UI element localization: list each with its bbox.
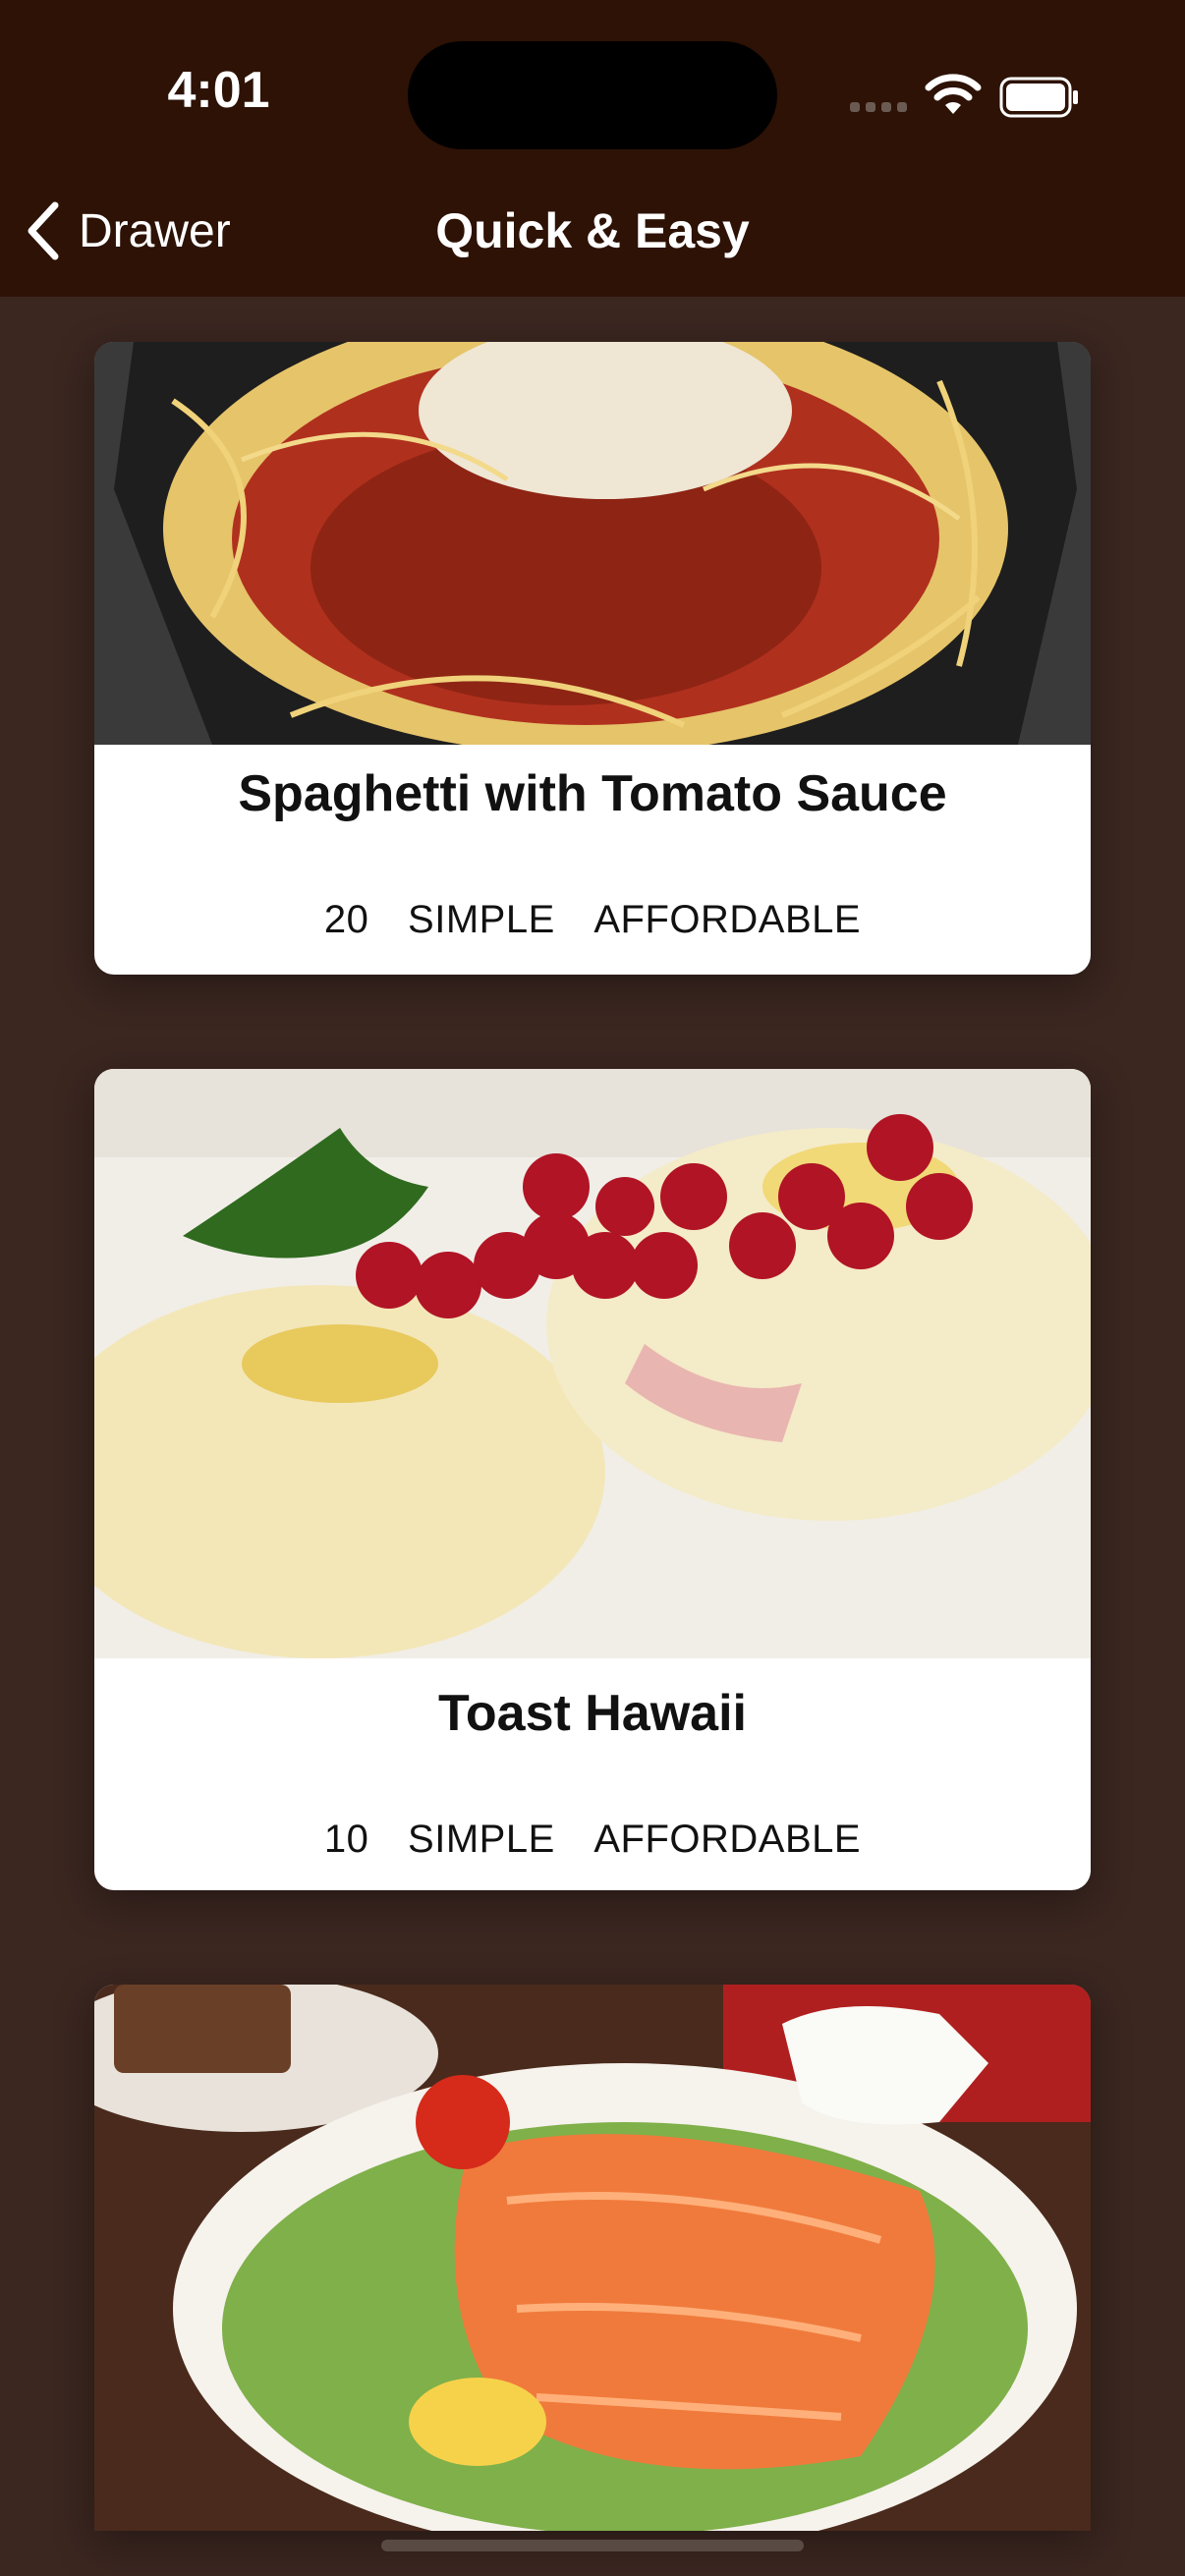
meal-image: [94, 1069, 1091, 1658]
meal-duration: 10: [323, 1818, 369, 1861]
meal-meta: 10 SIMPLE AFFORDABLE: [94, 1818, 1091, 1862]
meal-complexity: SIMPLE: [408, 1818, 555, 1861]
page-title: Quick & Easy: [435, 203, 750, 258]
meal-meta: 20 SIMPLE AFFORDABLE: [94, 898, 1091, 942]
battery-icon: [999, 77, 1080, 118]
meal-image: [94, 342, 1091, 745]
meal-complexity: SIMPLE: [408, 898, 555, 941]
home-indicator: [381, 2540, 804, 2551]
meal-duration: 20: [323, 898, 369, 941]
dynamic-island: [408, 41, 777, 149]
meal-title: Toast Hawaii: [437, 1685, 747, 1742]
app-bar: 4:01 Drawer Quick & Easy: [0, 0, 1185, 297]
cellular-signal-icon: [850, 102, 909, 116]
status-time: 4:01: [167, 62, 270, 119]
meal-image: [94, 1985, 1091, 2531]
meal-affordability: AFFORDABLE: [593, 898, 862, 941]
meal-card[interactable]: [94, 1985, 1091, 2531]
meal-card[interactable]: Toast Hawaii 10 SIMPLE AFFORDABLE: [94, 1069, 1091, 1890]
meal-affordability: AFFORDABLE: [593, 1818, 862, 1861]
meal-title: Spaghetti with Tomato Sauce: [238, 765, 947, 822]
meal-card[interactable]: Spaghetti with Tomato Sauce 20 SIMPLE AF…: [94, 342, 1091, 975]
wifi-icon: [924, 71, 983, 120]
